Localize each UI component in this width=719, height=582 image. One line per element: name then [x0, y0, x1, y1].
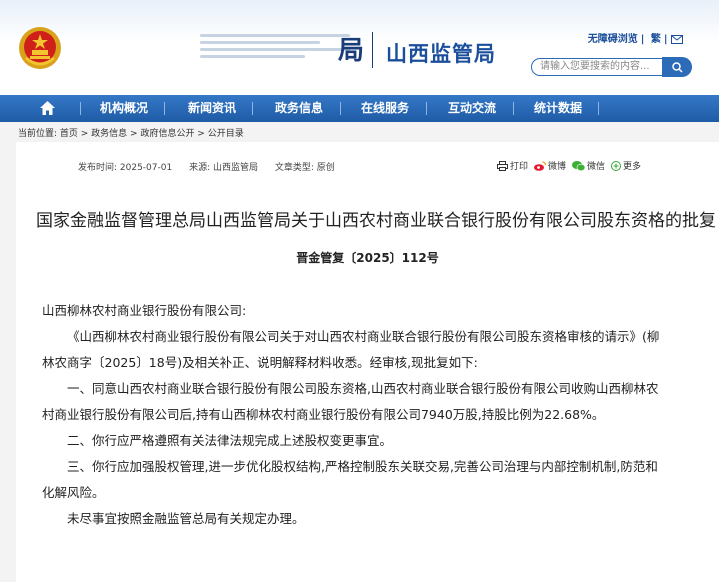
mail-icon[interactable] — [671, 34, 683, 44]
main-nav: 机构概况 新闻资讯 政务信息 在线服务 互动交流 统计数据 — [0, 95, 719, 122]
search-button[interactable] — [662, 57, 692, 77]
nav-separator — [340, 102, 341, 115]
body-paragraph: 二、你行应严格遵照有关法律法规完成上述股权变更事宜。 — [67, 433, 393, 448]
more-share-button[interactable]: 更多 — [610, 159, 641, 172]
nav-separator — [164, 102, 165, 115]
header-decoration — [200, 34, 350, 64]
article-source: 来源: 山西监管局 — [189, 163, 258, 173]
header-logo-char: 局 — [338, 36, 365, 66]
document-number: 晋金管复〔2025〕112号 — [296, 251, 439, 265]
nav-item-statistics[interactable]: 统计数据 — [534, 95, 582, 122]
nav-separator — [513, 102, 514, 115]
article-type: 文章类型: 原创 — [274, 163, 335, 173]
wechat-share-button[interactable]: 微信 — [571, 159, 605, 172]
article-title: 国家金融监督管理总局山西监管局关于山西农村商业联合银行股份有限公司股东资格的批复 — [36, 211, 716, 231]
nav-item-online-service[interactable]: 在线服务 — [361, 95, 409, 122]
weibo-share-button[interactable]: 微博 — [533, 159, 566, 172]
nav-item-government-info[interactable]: 政务信息 — [275, 95, 323, 122]
wechat-icon — [571, 160, 585, 171]
share-bar: 打印 微博 微信 更多 — [496, 159, 641, 172]
body-paragraph: 一、同意山西农村商业联合银行股份有限公司股东资格,山西农村商业联合银行股份有限公… — [42, 381, 659, 422]
home-icon[interactable] — [40, 101, 55, 115]
accessibility-link[interactable]: 无障碍浏览 — [588, 34, 638, 45]
top-links: 无障碍浏览 | 繁 | — [585, 30, 683, 45]
print-icon — [496, 160, 508, 171]
nav-separator — [426, 102, 427, 115]
addressee: 山西柳林农村商业银行股份有限公司: — [42, 303, 247, 318]
nav-item-institution[interactable]: 机构概况 — [100, 95, 148, 122]
article-body: 山西柳林农村商业银行股份有限公司: 《山西柳林农村商业银行股份有限公司关于对山西… — [42, 298, 670, 532]
breadcrumb-path[interactable]: 首页 > 政务信息 > 政府信息公开 > 公开目录 — [60, 129, 244, 139]
nav-item-interaction[interactable]: 互动交流 — [448, 95, 496, 122]
search-icon — [671, 61, 683, 73]
search-input[interactable]: 请输入您要搜索的内容... — [531, 58, 663, 76]
plus-circle-icon — [610, 160, 621, 171]
site-header: 局 山西监管局 无障碍浏览 | 繁 | 请输入您要搜索的内容... — [0, 0, 719, 95]
site-title: 山西监管局 — [386, 42, 496, 66]
publish-date: 发布时间: 2025-07-01 — [78, 163, 173, 173]
body-paragraph: 三、你行应加强股权管理,进一步优化股权结构,严格控制股东关联交易,完善公司治理与… — [42, 459, 658, 500]
nav-item-news[interactable]: 新闻资讯 — [188, 95, 236, 122]
nav-separator — [598, 102, 599, 115]
print-button[interactable]: 打印 — [496, 159, 528, 172]
weibo-icon — [533, 160, 546, 171]
title-divider — [372, 32, 373, 68]
article-panel: 发布时间: 2025-07-01 来源: 山西监管局 文章类型: 原创 打印 微… — [16, 142, 719, 582]
nav-separator — [80, 102, 81, 115]
body-paragraph: 《山西柳林农村商业银行股份有限公司关于对山西农村商业联合银行股份有限公司股东资格… — [42, 329, 660, 370]
breadcrumb-label: 当前位置: — [18, 129, 58, 139]
traditional-chinese-link[interactable]: 繁 — [651, 34, 661, 45]
article-meta: 发布时间: 2025-07-01 来源: 山西监管局 文章类型: 原创 — [78, 160, 349, 173]
national-emblem-icon — [19, 27, 61, 69]
nav-separator — [252, 102, 253, 115]
breadcrumb: 当前位置: 首页 > 政务信息 > 政府信息公开 > 公开目录 — [18, 126, 244, 139]
body-paragraph: 未尽事宜按照金融监管总局有关规定办理。 — [67, 511, 305, 526]
